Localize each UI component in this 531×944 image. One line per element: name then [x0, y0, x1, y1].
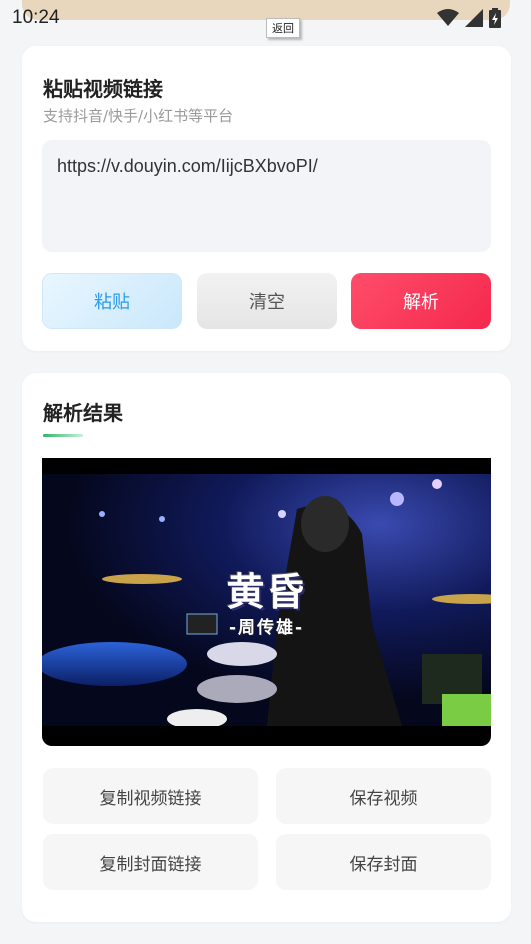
save-video-button[interactable]: 保存视频: [276, 768, 491, 824]
clear-button[interactable]: 清空: [197, 273, 337, 329]
link-input-card: 粘贴视频链接 支持抖音/快手/小红书等平台 https://v.douyin.c…: [22, 46, 511, 351]
input-card-subtitle: 支持抖音/快手/小红书等平台: [43, 107, 234, 125]
signal-icon: [465, 9, 483, 27]
copy-video-link-button[interactable]: 复制视频链接: [43, 768, 258, 824]
battery-icon: [489, 8, 501, 28]
parse-button[interactable]: 解析: [351, 273, 491, 329]
copy-cover-link-button[interactable]: 复制封面链接: [43, 834, 258, 890]
status-icons: [437, 8, 501, 28]
back-tooltip: 返回: [266, 18, 300, 38]
title-underline: [43, 434, 83, 437]
video-title: 黄昏: [226, 570, 307, 614]
video-url-input[interactable]: https://v.douyin.com/IijcBXbvoPI/: [42, 140, 491, 252]
status-time: 10:24: [12, 7, 60, 28]
result-card: 解析结果 黄昏 -周传雄- 复制视频链接 保存视频 复制封面链接 保存封面: [22, 373, 511, 922]
input-card-title: 粘贴视频链接: [43, 77, 163, 101]
wifi-icon: [437, 9, 459, 26]
paste-button[interactable]: 粘贴: [42, 273, 182, 329]
result-card-title: 解析结果: [43, 401, 123, 425]
video-cover-preview[interactable]: 黄昏 -周传雄-: [42, 458, 491, 746]
save-cover-button[interactable]: 保存封面: [276, 834, 491, 890]
video-artist: -周传雄-: [228, 618, 305, 638]
